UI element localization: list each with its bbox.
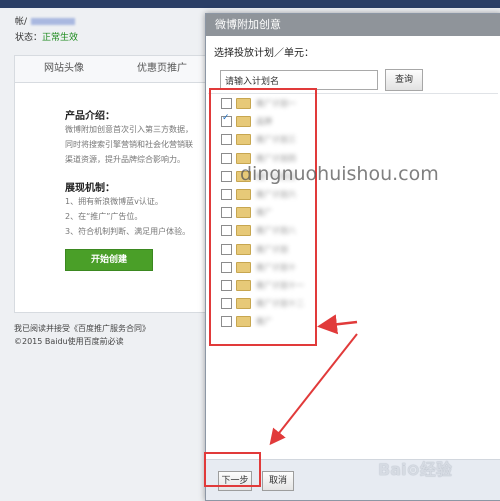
creative-tabs: 网站头像 优惠页推广: [15, 56, 211, 83]
plan-list-highlight: [209, 88, 317, 346]
status-value: 正常生效: [42, 33, 79, 43]
plan-search-input[interactable]: [220, 70, 378, 90]
account-info: 帐/ 状态：正常生效: [15, 14, 210, 48]
dialog-title: 微博附加创意: [206, 14, 500, 36]
next-button-highlight: [204, 452, 261, 487]
display-line: 2、在“推广”广告位。: [65, 212, 143, 221]
intro-line: 同时将搜索引擎营销和社会化营销联: [65, 140, 193, 149]
account-label: 帐/: [15, 17, 28, 27]
watermark-text: dingnuohuishou.com: [240, 163, 439, 185]
select-plan-label: 选择投放计划／单元：: [214, 48, 314, 59]
contract-link[interactable]: 我已阅读并接受《百度推广服务合同》: [14, 322, 210, 335]
display-line: 3、符合机制判断、满足用户体验。: [65, 227, 191, 236]
intro-title: 产品介绍：: [65, 111, 115, 122]
display-title: 展现机制：: [65, 183, 115, 194]
status-label: 状态：: [15, 33, 43, 43]
intro-line: 渠道资源，提升品牌综合影响力。: [65, 155, 185, 164]
query-button[interactable]: 查询: [385, 69, 423, 91]
display-line: 1、拥有新浪微博蓝v认证。: [65, 197, 163, 206]
page-footer: 我已阅读并接受《百度推广服务合同》 ©2015 Baidu使用百度前必读: [14, 322, 210, 348]
copyright-text: ©2015 Baidu使用百度前必读: [14, 337, 124, 346]
cancel-button[interactable]: 取消: [262, 471, 294, 491]
start-create-button[interactable]: 开始创建: [65, 249, 153, 271]
tab-website-avatar[interactable]: 网站头像: [15, 56, 113, 82]
creative-panel: 网站头像 优惠页推广 产品介绍： 微博附加创意首次引入第三方数据， 同时将搜索引…: [14, 55, 212, 313]
baidu-jingyan-logo: Bai⊙经验: [378, 460, 452, 479]
intro-line: 微博附加创意首次引入第三方数据，: [65, 125, 193, 134]
top-nav-bar: [0, 0, 500, 8]
tab-promo-page[interactable]: 优惠页推广: [113, 56, 211, 82]
account-name-blurred: [31, 18, 76, 25]
